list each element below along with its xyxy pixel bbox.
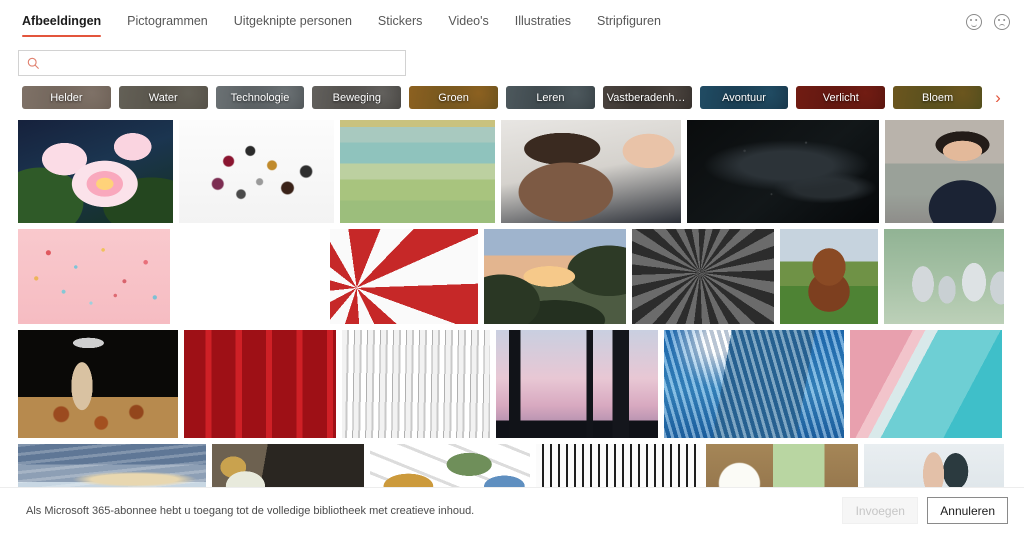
chip-beweging[interactable]: Beweging [312, 86, 402, 109]
search-box[interactable] [18, 50, 406, 76]
tab-afbeeldingen[interactable]: Afbeeldingen [22, 14, 102, 37]
chip-label: Vastberadenheid [606, 91, 690, 104]
grid-row [18, 330, 1004, 438]
image-red-cinema-seats[interactable] [184, 330, 336, 438]
subscription-note: Als Microsoft 365-abonnee hebt u toegang… [26, 504, 475, 517]
chip-bloem[interactable]: Bloem [893, 86, 982, 109]
image-pink-beach-waves[interactable] [850, 330, 1002, 438]
chip-label: Avontuur [722, 91, 766, 104]
search-icon [27, 57, 40, 70]
chip-label: Leren [536, 91, 565, 104]
image-thumbnail [501, 120, 681, 223]
image-businesswoman-street[interactable] [885, 120, 1004, 223]
dialog-footer: Als Microsoft 365-abonnee hebt u toegang… [0, 487, 1024, 533]
tab-video-s[interactable]: Video's [448, 14, 488, 37]
tab-illustraties[interactable]: Illustraties [515, 14, 571, 37]
feedback-sad-icon[interactable] [994, 14, 1010, 30]
chip-label: Water [148, 91, 178, 104]
image-spiral-staircase[interactable] [632, 229, 774, 324]
image-construction-crane-dusk[interactable] [496, 330, 658, 438]
chip-verlicht[interactable]: Verlicht [796, 86, 886, 109]
image-thumbnail [330, 229, 478, 324]
image-thumbnail [342, 330, 490, 438]
image-sunset-foliage[interactable] [484, 229, 626, 324]
cancel-button[interactable]: Annuleren [927, 497, 1008, 524]
chip-water[interactable]: Water [118, 86, 208, 109]
grid-row [18, 120, 1004, 223]
chip-technologie[interactable]: Technologie [215, 86, 305, 109]
image-thumbnail [18, 120, 173, 223]
image-thumbnail [780, 229, 878, 324]
image-thumbnail [664, 330, 844, 438]
image-basketball-player[interactable] [18, 330, 178, 438]
category-chip-row: Helder Water Technologie Beweging Groen Leren… [22, 86, 1006, 109]
chip-label: Groen [438, 91, 469, 104]
tab-pictogrammen[interactable]: Pictogrammen [127, 14, 208, 37]
tab-uitgeknipte-personen[interactable]: Uitgeknipte personen [234, 14, 352, 37]
image-thumbnail [850, 330, 1002, 438]
chips-next-arrow-icon[interactable]: › [990, 89, 1006, 106]
image-glass-skyscraper[interactable] [664, 330, 844, 438]
image-brown-cow-field[interactable] [780, 229, 878, 324]
feedback-happy-icon[interactable] [966, 14, 982, 30]
image-thumbnail [484, 229, 626, 324]
image-dark-abstract-swirl[interactable] [687, 120, 879, 223]
image-haircut-barber[interactable] [501, 120, 681, 223]
image-red-white-beach-umbrellas[interactable] [330, 229, 478, 324]
image-thumbnail [18, 229, 170, 324]
chip-label: Technologie [230, 91, 290, 104]
image-thumbnail [884, 229, 1004, 324]
image-thumbnail [184, 330, 336, 438]
chip-avontuur[interactable]: Avontuur [699, 86, 789, 109]
image-thumbnail [496, 330, 658, 438]
insert-button[interactable]: Invoegen [842, 497, 919, 524]
image-plumeria-flowers[interactable] [18, 120, 173, 223]
tab-bar: Afbeeldingen Pictogrammen Uitgeknipte pers… [0, 0, 1024, 46]
chip-helder[interactable]: Helder [22, 86, 111, 109]
image-birch-forest[interactable] [342, 330, 490, 438]
tab-stickers[interactable]: Stickers [378, 14, 422, 37]
chip-label: Beweging [332, 91, 381, 104]
chip-groen[interactable]: Groen [409, 86, 498, 109]
image-lipsticks[interactable] [179, 120, 334, 223]
image-abstract-landscape-painting[interactable] [340, 120, 495, 223]
image-thumbnail [340, 120, 495, 223]
search-area [0, 46, 1024, 76]
chip-leren[interactable]: Leren [505, 86, 595, 109]
chip-label: Bloem [921, 91, 954, 104]
image-results-grid [18, 120, 1004, 503]
chip-label: Helder [50, 91, 83, 104]
image-thumbnail [632, 229, 774, 324]
chip-vastberadenheid[interactable]: Vastberadenheid [602, 86, 692, 109]
grid-row [18, 229, 1004, 324]
image-thumbnail [885, 120, 1004, 223]
image-thumbnail [179, 120, 334, 223]
image-thumbnail [176, 229, 324, 324]
search-input[interactable] [46, 55, 397, 71]
image-thumbnail [687, 120, 879, 223]
chip-label: Verlicht [822, 91, 859, 104]
feedback-tools [966, 14, 1010, 30]
image-thumbnail [18, 330, 178, 438]
image-pink-confetti[interactable] [18, 229, 170, 324]
image-wood-grain-texture[interactable] [176, 229, 324, 324]
image-paper-people-figures[interactable] [884, 229, 1004, 324]
tab-stripfiguren[interactable]: Stripfiguren [597, 14, 661, 37]
